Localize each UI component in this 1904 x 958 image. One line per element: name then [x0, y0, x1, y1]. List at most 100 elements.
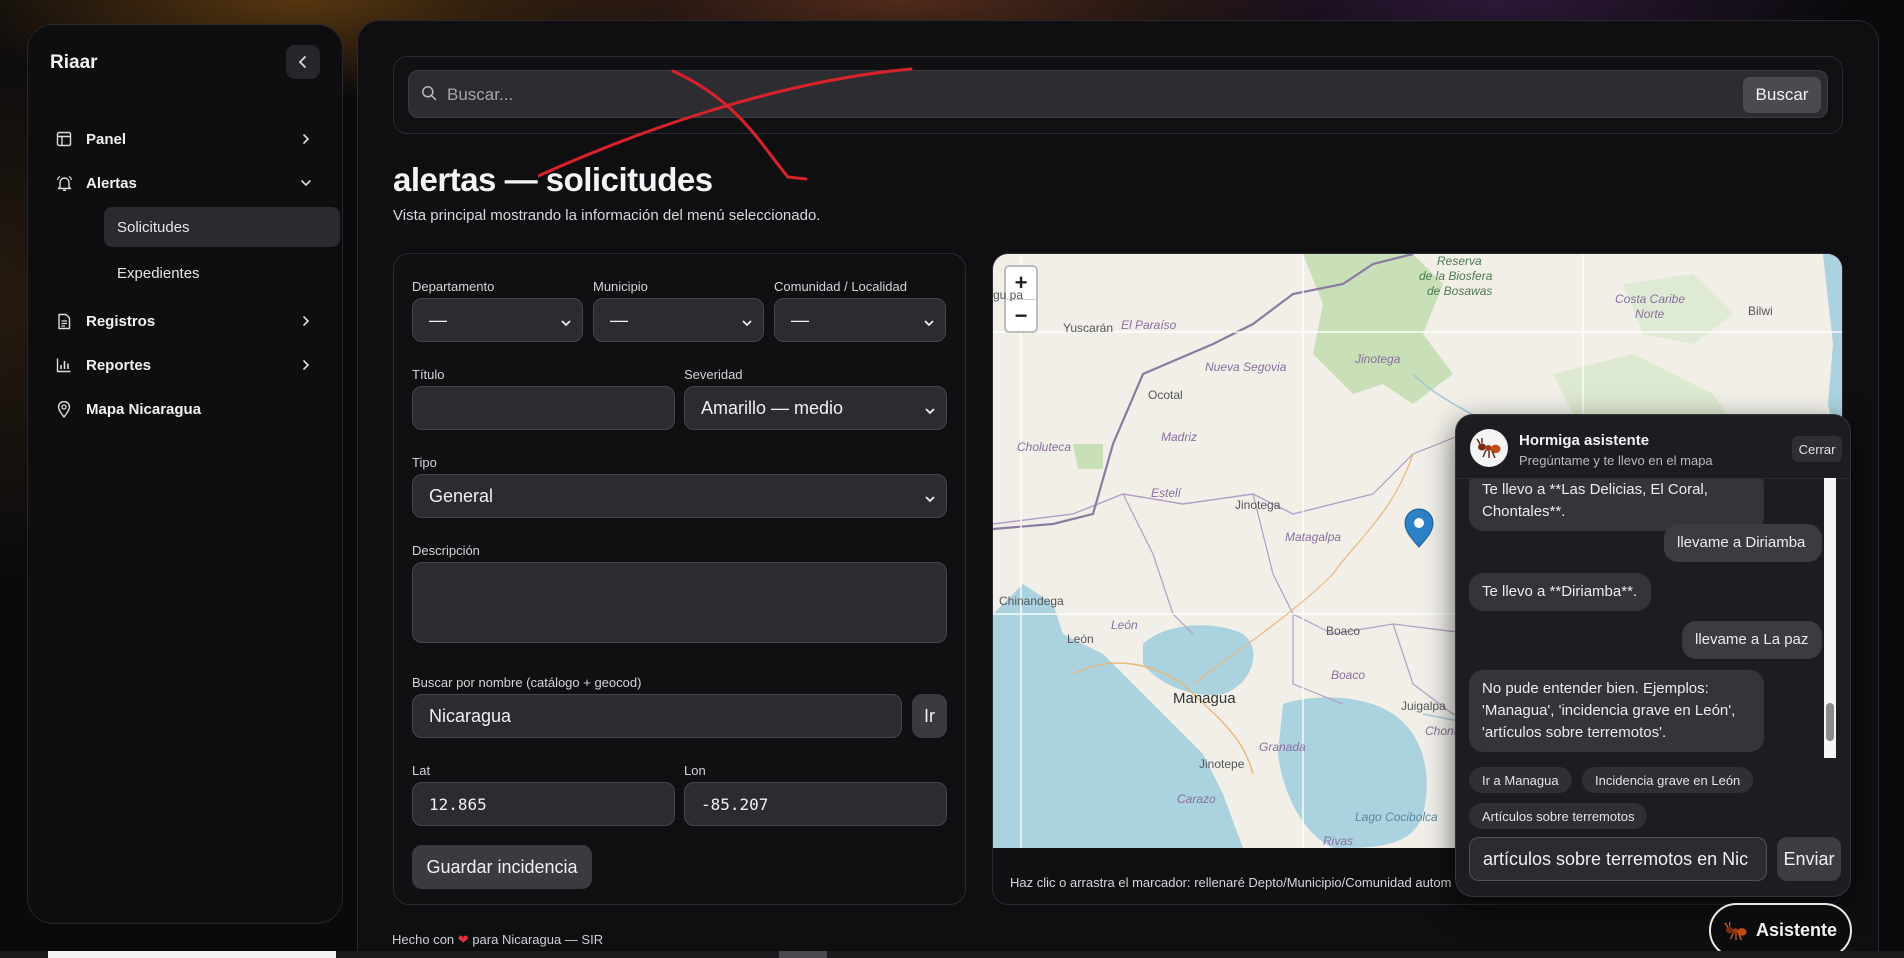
buscar-nombre-label: Buscar por nombre (catálogo + geocod) [412, 675, 642, 690]
sidebar-item-label: Reportes [86, 356, 152, 374]
zoom-out-button[interactable]: − [1006, 300, 1036, 332]
map-label: Chinandega [999, 594, 1064, 608]
comunidad-label: Comunidad / Localidad [774, 279, 907, 294]
save-incident-button[interactable]: Guardar incidencia [412, 845, 592, 889]
bot-message: No pude entender bien. Ejemplos: 'Managu… [1469, 670, 1764, 752]
map-marker-icon[interactable] [1404, 508, 1434, 548]
user-message: llevame a Diriamba [1664, 524, 1822, 562]
search-button[interactable]: Buscar [1743, 77, 1821, 113]
map-label: Jinotega [1355, 352, 1401, 366]
sidebar-nav: Panel Alertas Solicitudes Expedientes Re… [50, 117, 340, 431]
titulo-label: Título [412, 367, 445, 382]
lon-input[interactable]: -85.207 [684, 782, 947, 826]
lat-label: Lat [412, 763, 431, 778]
map-label: El Paraíso [1121, 318, 1177, 332]
chat-scrollbar-thumb[interactable] [1826, 703, 1834, 741]
send-button[interactable]: Enviar [1777, 837, 1841, 881]
map-label: de Bosawas [1427, 284, 1493, 298]
map-label: Nueva Segovia [1205, 360, 1287, 374]
assistant-chat-panel: Hormiga asistente Pregúntame y te llevo … [1455, 414, 1851, 897]
chat-subtitle: Pregúntame y te llevo en el mapa [1519, 453, 1713, 468]
municipio-label: Municipio [593, 279, 648, 294]
chevron-down-icon [560, 313, 572, 334]
bar-chart-icon [54, 355, 74, 375]
comunidad-value: — [791, 309, 809, 330]
sidebar-item-registros[interactable]: Registros [50, 299, 320, 343]
departamento-select[interactable]: — [412, 298, 583, 342]
tipo-select[interactable]: General [412, 474, 947, 518]
ant-icon [1724, 921, 1748, 941]
chevron-left-icon [298, 56, 306, 68]
taskbar-item[interactable] [48, 951, 336, 958]
map-label: Choluteca [1017, 440, 1072, 454]
titulo-input[interactable] [412, 386, 675, 430]
map-label: Managua [1173, 690, 1236, 707]
departamento-value: — [429, 309, 447, 330]
brand-name: Riaar [50, 52, 98, 73]
suggestion-chip-terremotos[interactable]: Artículos sobre terremotos [1469, 803, 1648, 829]
heart-icon: ❤ [457, 932, 469, 947]
map-label: Estelí [1151, 486, 1182, 500]
search-icon [421, 85, 437, 106]
chevron-down-icon [741, 313, 753, 334]
map-label: Boaco [1326, 624, 1361, 638]
sidebar-item-label: Alertas [86, 174, 137, 192]
document-icon [54, 311, 74, 331]
chevron-right-icon [296, 311, 316, 331]
sidebar-subitem-expedientes[interactable]: Expedientes [104, 253, 340, 293]
bot-message: Te llevo a **Diriamba**. [1469, 573, 1651, 611]
severidad-select[interactable]: Amarillo — medio [684, 386, 947, 430]
sidebar-collapse-button[interactable] [286, 45, 320, 79]
comunidad-select[interactable]: — [774, 298, 946, 342]
severidad-value: Amarillo — medio [701, 397, 844, 418]
assistant-toggle-label: Asistente [1755, 920, 1838, 940]
chat-input[interactable]: artículos sobre terremotos en Nic [1469, 837, 1767, 881]
map-label: Boaco [1331, 668, 1366, 682]
chat-scrollbar[interactable] [1824, 478, 1836, 758]
assistant-toggle-button[interactable]: Asistente [1709, 903, 1852, 958]
map-label: León [1067, 632, 1094, 646]
ant-avatar-icon [1470, 429, 1508, 467]
ir-button[interactable]: Ir [912, 694, 947, 738]
lat-input[interactable]: 12.865 [412, 782, 675, 826]
map-label: Juigalpa [1401, 699, 1446, 713]
map-label: Matagalpa [1285, 530, 1342, 544]
sidebar-item-panel[interactable]: Panel [50, 117, 320, 161]
incident-form: Departamento — Municipio — Comunidad / L… [393, 253, 966, 905]
tipo-label: Tipo [412, 455, 437, 470]
buscar-nombre-input[interactable]: Nicaragua [412, 694, 902, 738]
map-label: Costa Caribe [1615, 292, 1686, 306]
municipio-select[interactable]: — [593, 298, 764, 342]
sidebar-item-mapa-nicaragua[interactable]: Mapa Nicaragua [50, 387, 320, 431]
sidebar-item-label: Mapa Nicaragua [86, 400, 202, 418]
map-label: León [1111, 618, 1138, 632]
suggestion-chip-managua[interactable]: Ir a Managua [1469, 767, 1572, 793]
page-subtitle: Vista principal mostrando la información… [393, 207, 821, 224]
chevron-down-icon [296, 173, 316, 193]
sidebar-item-label: Panel [86, 130, 127, 148]
descripcion-textarea[interactable] [412, 562, 947, 643]
chat-header: Hormiga asistente Pregúntame y te llevo … [1456, 415, 1850, 479]
map-label: Ocotal [1148, 388, 1183, 402]
suggestion-chip-leon[interactable]: Incidencia grave en León [1582, 767, 1754, 793]
sidebar-item-reportes[interactable]: Reportes [50, 343, 320, 387]
map-label: Lago Cocibolca [1355, 810, 1438, 824]
tipo-value: General [429, 485, 494, 506]
chat-messages: Te llevo a **Las Delicias, El Coral, Cho… [1456, 479, 1838, 761]
map-label: Norte [1635, 307, 1665, 321]
severidad-label: Severidad [684, 367, 743, 382]
lon-label: Lon [684, 763, 706, 778]
chevron-right-icon [296, 355, 316, 375]
map-label: Rivas [1323, 834, 1354, 848]
map-label: Granada [1259, 740, 1306, 754]
layout-icon [54, 129, 74, 149]
map-label: Bilwi [1748, 304, 1773, 318]
sidebar-item-alertas[interactable]: Alertas [50, 161, 320, 205]
footer-text-before: Hecho con [392, 932, 455, 947]
close-chat-button[interactable]: Cerrar [1792, 436, 1842, 462]
taskbar-item[interactable] [779, 951, 827, 958]
footer: Hecho con ❤ para Nicaragua — SIR [392, 932, 603, 948]
sidebar-subitem-solicitudes[interactable]: Solicitudes [104, 207, 340, 247]
map-label: Jinotepe [1199, 757, 1245, 771]
descripcion-label: Descripción [412, 543, 480, 558]
